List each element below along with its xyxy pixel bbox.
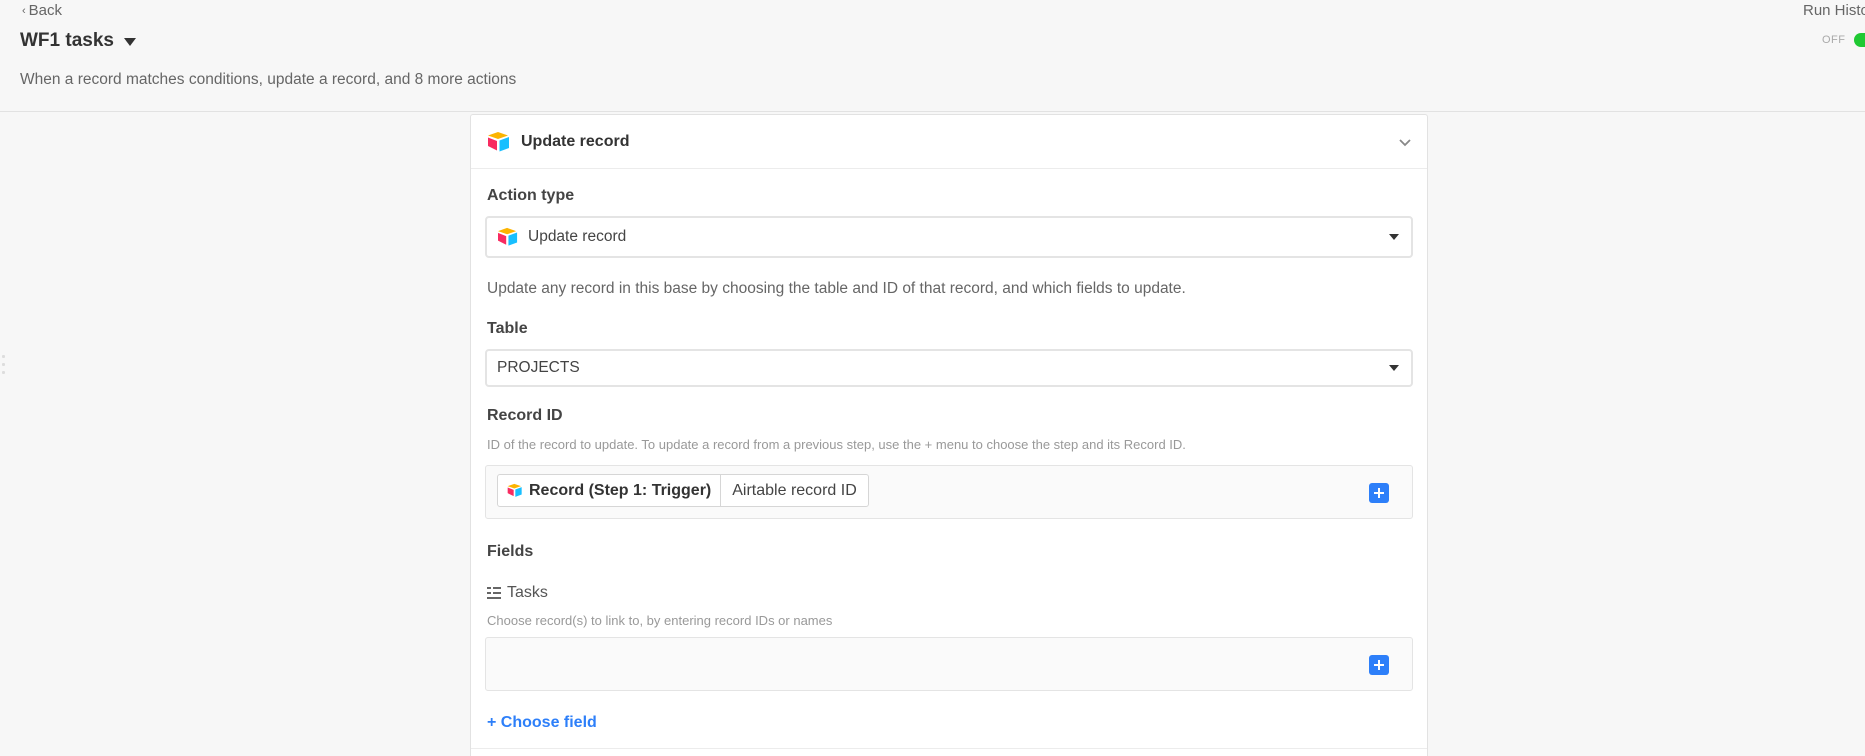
caret-down-icon [1389,234,1399,240]
field-tasks-name: Tasks [507,584,548,601]
airtable-logo-icon [507,483,522,497]
workflow-on-toggle[interactable] [1853,33,1865,47]
caret-down-icon [1389,365,1399,371]
chevron-left-icon: ‹ [22,4,26,17]
record-id-label: Record ID [487,407,563,424]
linked-record-icon [487,587,501,599]
record-id-token[interactable]: Record (Step 1: Trigger) Airtable record… [497,474,869,507]
resize-handle[interactable] [2,355,6,379]
token-field: Airtable record ID [732,481,857,499]
workflow-toggle-group: OFF [1822,33,1865,47]
airtable-logo-icon [488,131,509,151]
action-type-value: Update record [528,228,627,245]
action-type-help: Update any record in this base by choosi… [487,280,1186,297]
action-type-select[interactable]: Update record [485,216,1413,258]
toggle-label: OFF [1822,34,1846,46]
table-value: PROJECTS [497,359,580,376]
action-card: Update record Action type Update record … [470,114,1428,756]
field-tasks-input[interactable] [485,637,1413,691]
back-label: Back [28,2,63,19]
table-label: Table [487,320,528,337]
field-tasks-help: Choose record(s) to link to, by entering… [487,613,833,628]
run-history-link[interactable]: Run History [1803,2,1865,19]
page: ‹ Back WF1 tasks When a record matches c… [0,0,1865,756]
add-token-button[interactable] [1369,655,1389,675]
chevron-down-icon[interactable] [1397,134,1413,150]
workflow-description: When a record matches conditions, update… [20,71,517,88]
table-select[interactable]: PROJECTS [485,349,1413,387]
record-id-input[interactable]: Record (Step 1: Trigger) Airtable record… [485,465,1413,519]
add-token-button[interactable] [1369,483,1389,503]
workflow-title-dropdown[interactable]: WF1 tasks [20,30,136,52]
airtable-logo-icon [498,227,518,246]
workflow-title: WF1 tasks [20,30,114,51]
fields-label: Fields [487,543,534,560]
action-card-header[interactable]: Update record [471,115,1427,169]
action-card-title: Update record [521,132,630,150]
caret-down-icon [123,38,136,46]
record-id-help: ID of the record to update. To update a … [487,437,1186,452]
token-step: Record (Step 1: Trigger) [498,475,722,506]
workflow-header: ‹ Back WF1 tasks When a record matches c… [0,0,1865,112]
token-step-label: Record (Step 1: Trigger) [529,481,712,499]
back-link[interactable]: ‹ Back [22,2,62,19]
field-tasks-label: Tasks [487,584,548,602]
choose-field-button[interactable]: + Choose field [487,714,597,732]
divider [471,748,1427,749]
action-type-label: Action type [487,187,575,204]
